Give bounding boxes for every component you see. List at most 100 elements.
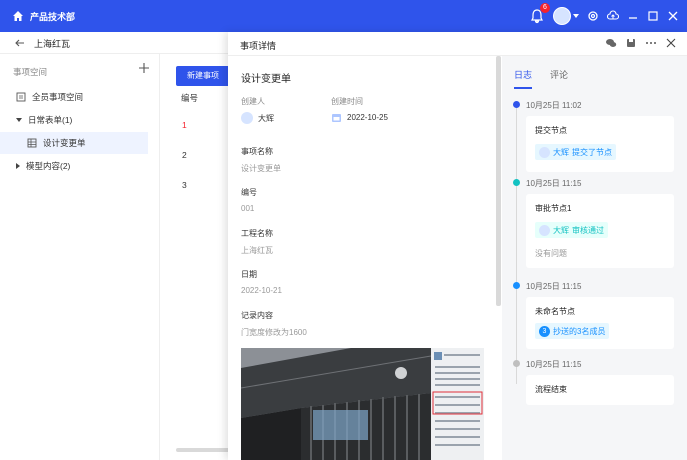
- more-icon[interactable]: [645, 37, 657, 49]
- panel-header: 事项详情: [228, 32, 687, 56]
- table-icon: [27, 138, 37, 148]
- action-text: 抄送的3名成员: [553, 326, 606, 336]
- title-bar: 产品技术部 6: [0, 0, 687, 32]
- node-name: 未命名节点: [535, 307, 575, 316]
- cloud-upload-icon[interactable]: [607, 10, 619, 22]
- field-label: 日期: [241, 270, 257, 279]
- notification-badge: 6: [540, 3, 550, 13]
- timeline-dot: [513, 282, 520, 289]
- log-card: 流程结束: [526, 375, 674, 405]
- chevron-down-icon: [573, 14, 579, 18]
- node-name: 提交节点: [535, 126, 567, 135]
- log-time: 10月25日 11:15: [526, 282, 582, 291]
- field-label: 编号: [241, 188, 257, 197]
- table-row[interactable]: 2: [182, 150, 187, 160]
- sidebar-item-label: 模型内容(2): [26, 161, 71, 171]
- timeline-dot: [513, 360, 520, 367]
- document-title: 设计变更单: [241, 74, 291, 85]
- plus-icon[interactable]: [138, 62, 150, 74]
- horizontal-scrollbar[interactable]: [176, 448, 230, 452]
- field-value: 设计变更单: [241, 164, 281, 173]
- home-icon[interactable]: [12, 10, 24, 22]
- list-icon: [16, 92, 26, 102]
- created-time: 2022-10-25: [331, 112, 388, 123]
- created-time-label: 创建时间: [331, 97, 363, 106]
- timeline-dot: [513, 179, 520, 186]
- log-tabs: 日志 评论: [502, 56, 687, 90]
- sidebar-item-daily-forms[interactable]: 日常表单(1): [0, 109, 160, 131]
- log-action-chip: 大辉 提交了节点: [535, 144, 616, 160]
- sidebar-item-model-content[interactable]: 模型内容(2): [0, 155, 160, 177]
- close-icon[interactable]: [667, 10, 679, 22]
- node-name: 流程结束: [535, 385, 567, 394]
- caret-down-icon: [16, 118, 22, 122]
- panel-title: 事项详情: [240, 41, 277, 51]
- space-title: 事项空间: [13, 67, 48, 77]
- sidebar-item-label: 日常表单(1): [28, 115, 73, 125]
- sidebar-item-design-change[interactable]: 设计变更单: [0, 132, 148, 154]
- attachment-image[interactable]: [241, 348, 484, 460]
- field-label: 工程名称: [241, 229, 273, 238]
- action-text: 提交了节点: [572, 147, 612, 157]
- project-bar: 上海红瓦: [0, 32, 230, 54]
- wechat-icon[interactable]: [605, 37, 617, 49]
- gear-icon[interactable]: [587, 10, 599, 22]
- field-value: 2022-10-21: [241, 286, 282, 295]
- log-panel: 日志 评论 10月25日 11:02 提交节点 大辉 提交了节点 10月25日 …: [502, 56, 687, 460]
- column-header-number: 编号: [181, 93, 199, 103]
- project-name: 上海红瓦: [34, 39, 71, 49]
- log-time: 10月25日 11:15: [526, 179, 582, 188]
- close-panel-icon[interactable]: [665, 37, 677, 49]
- avatar: [553, 7, 571, 25]
- log-time: 10月25日 11:15: [526, 360, 582, 369]
- log-action-chip: 大辉 审核通过: [535, 222, 608, 238]
- sidebar-item-label: 设计变更单: [43, 138, 86, 148]
- cc-members-chip[interactable]: 3 抄送的3名成员: [535, 323, 610, 339]
- log-card: 提交节点 大辉 提交了节点: [526, 116, 674, 172]
- creator: 大辉: [241, 112, 274, 124]
- log-card: 未命名节点 3 抄送的3名成员: [526, 297, 674, 349]
- items-table: 新建事项 编号 1 2 3: [160, 54, 230, 460]
- creator-name: 大辉: [258, 113, 274, 123]
- field-value: 上海红瓦: [241, 246, 273, 255]
- field-value: 001: [241, 204, 255, 213]
- sidebar-item-all-spaces[interactable]: 全员事项空间: [0, 86, 160, 108]
- table-row[interactable]: 1: [182, 120, 187, 130]
- sidebar-item-label: 全员事项空间: [32, 92, 84, 102]
- log-card: 审批节点1 大辉 审核通过 没有问题: [526, 194, 674, 268]
- log-time: 10月25日 11:02: [526, 101, 582, 110]
- calendar-icon: [332, 114, 341, 122]
- caret-right-icon: [16, 163, 20, 169]
- detail-content: 设计变更单 创建人 创建时间 大辉 2022-10-25 事项名称 设计变更单 …: [228, 56, 496, 460]
- field-value: 门宽度修改为1600: [241, 328, 307, 337]
- detail-panel: 事项详情 设计变更单 创建人 创建时间 大辉 2022-10-25 事项名称 设…: [228, 32, 687, 460]
- creator-label: 创建人: [241, 97, 265, 106]
- actor-name: 大辉: [553, 147, 569, 157]
- vertical-scrollbar[interactable]: [496, 56, 501, 306]
- node-name: 审批节点1: [535, 204, 572, 213]
- avatar: [539, 146, 550, 158]
- avatar: [241, 112, 253, 124]
- active-tab-indicator: [514, 87, 532, 89]
- maximize-icon[interactable]: [647, 10, 659, 22]
- tab-comments[interactable]: 评论: [550, 68, 568, 81]
- action-text: 审核通过: [572, 225, 604, 235]
- member-count: 3: [539, 325, 550, 337]
- timeline-line: [516, 108, 517, 384]
- new-item-button[interactable]: 新建事项: [176, 66, 230, 86]
- field-label: 记录内容: [241, 311, 273, 320]
- arrow-left-icon[interactable]: [14, 37, 26, 49]
- created-date: 2022-10-25: [347, 113, 388, 122]
- timeline-dot: [513, 101, 520, 108]
- user-menu[interactable]: [553, 7, 579, 25]
- panel-actions: [605, 37, 677, 49]
- minimize-icon[interactable]: [627, 10, 639, 22]
- actor-name: 大辉: [553, 225, 569, 235]
- tab-log[interactable]: 日志: [514, 68, 532, 81]
- field-label: 事项名称: [241, 147, 273, 156]
- sidebar: 事项空间 全员事项空间 日常表单(1) 设计变更单 模型内容(2): [0, 54, 160, 460]
- save-icon[interactable]: [625, 37, 637, 49]
- table-row[interactable]: 3: [182, 180, 187, 190]
- notification-button[interactable]: 6: [529, 3, 550, 24]
- window-controls: 6: [529, 3, 679, 26]
